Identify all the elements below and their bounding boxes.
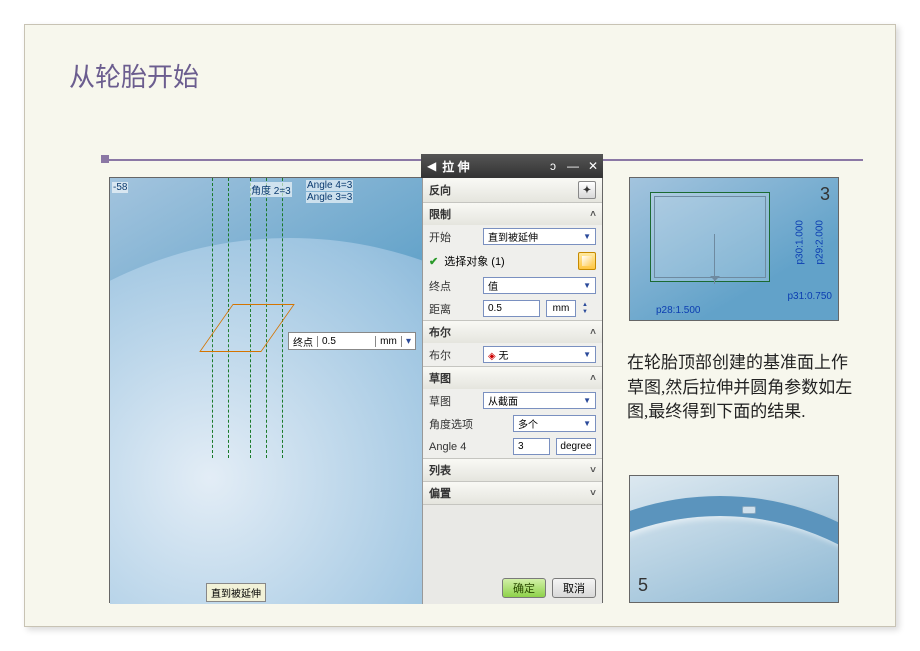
row-end: 终点 值 ▼ (423, 274, 602, 297)
dim-p30: p30:1.000 (794, 220, 805, 265)
caption-text: 在轮胎顶部创建的基准面上作草图,然后拉伸并圆角参数如左图,最终得到下面的结果. (627, 351, 855, 425)
section-label: 布尔 (429, 324, 451, 340)
prev-icon[interactable]: ◀ (421, 159, 442, 173)
row-distance: 距离 0.5 mm ▲▼ (423, 297, 602, 320)
label: 距离 (429, 301, 477, 317)
label: 角度选项 (429, 416, 507, 432)
angle4-input[interactable]: 3 (513, 438, 550, 455)
dim-p29: p29:2.000 (814, 220, 825, 265)
select-value: 多个 (518, 416, 538, 431)
input-value: 0.5 (488, 303, 502, 314)
section-label: 限制 (429, 206, 451, 222)
cad-viewport: -58 角度 2=3 Angle 4=3 Angle 3=3 终点 0.5 mm… (110, 178, 424, 604)
construction-line (212, 178, 213, 458)
minimize-icon[interactable]: — (563, 159, 583, 173)
chevron-up-icon: ˄ (590, 373, 596, 384)
screenshot-3: p30:1.000 p29:2.000 p31:0.750 p28:1.500 … (629, 177, 839, 321)
end-select[interactable]: 值 ▼ (483, 277, 596, 294)
section-limit[interactable]: 限制 ˄ (423, 203, 602, 225)
check-icon: ✔ (429, 255, 438, 268)
chevron-down-icon: ˅ (590, 465, 596, 476)
close-icon[interactable]: ✕ (583, 159, 603, 173)
section-label: 反向 (429, 182, 451, 198)
dim-value[interactable]: 0.5 (317, 336, 375, 347)
panel-title: 拉 伸 (442, 158, 543, 175)
sketch-inner (654, 196, 766, 278)
start-select[interactable]: 直到被延伸 ▼ (483, 228, 596, 245)
ok-button[interactable]: 确定 (502, 578, 546, 598)
label-angle2: 角度 2=3 (250, 182, 292, 197)
row-angle-option: 角度选项 多个 ▼ (423, 412, 602, 435)
chevron-up-icon: ˄ (590, 209, 596, 220)
distance-input[interactable]: 0.5 (483, 300, 540, 317)
select-value: 直到被延伸 (488, 229, 538, 244)
sketch-arrow (714, 234, 726, 284)
mark-5: 5 (638, 575, 648, 596)
select-object-label: 选择对象 (1) (444, 253, 572, 269)
row-boolean: 布尔 ◈ 无 ▼ (423, 343, 602, 366)
label-angle4: Angle 4=3 (306, 180, 353, 191)
chevron-down-icon: ˅ (590, 488, 596, 499)
row-angle4: Angle 4 3 degree (423, 435, 602, 458)
panel-buttons: 确定 取消 (502, 578, 596, 598)
panel-titlebar[interactable]: ◀ 拉 伸 ɔ — ✕ (421, 154, 603, 178)
dim-p28: p28:1.500 (656, 305, 701, 316)
cube-icon[interactable] (578, 252, 596, 270)
screenshot-5: 5 (629, 475, 839, 603)
dropdown-icon: ▼ (583, 350, 591, 359)
dimension-input[interactable]: 终点 0.5 mm ▾ (288, 332, 416, 350)
pin-icon[interactable]: ɔ (543, 159, 563, 173)
label: 开始 (429, 229, 477, 245)
section-label: 偏置 (429, 485, 451, 501)
section-label: 草图 (429, 370, 451, 386)
angle-option-select[interactable]: 多个 ▼ (513, 415, 596, 432)
section-sketch[interactable]: 草图 ˄ (423, 367, 602, 389)
slide-title: 从轮胎开始 (69, 57, 199, 94)
angle4-unit[interactable]: degree (556, 438, 596, 455)
row-sketch: 草图 从截面 ▼ (423, 389, 602, 412)
dim-unit: mm (375, 336, 401, 347)
rule-tick (101, 155, 109, 163)
section-reverse[interactable]: 反向 ✦ (423, 178, 602, 202)
feature-bump (742, 506, 756, 514)
spinner[interactable]: ▲▼ (582, 302, 596, 316)
wand-icon[interactable]: ✦ (578, 181, 596, 199)
dropdown-icon: ▼ (583, 232, 591, 241)
dim-dropdown-icon[interactable]: ▾ (401, 336, 415, 347)
chevron-up-icon: ˄ (590, 327, 596, 338)
section-label: 列表 (429, 462, 451, 478)
extrude-panel: ◀ 拉 伸 ɔ — ✕ 反向 ✦ 限制 ˄ 开始 (422, 178, 602, 604)
select-value: 无 (498, 351, 508, 362)
tire-surface (110, 238, 424, 604)
select-value: 从截面 (488, 393, 518, 408)
dim-p31: p31:0.750 (788, 291, 833, 302)
section-offset[interactable]: 偏置 ˅ (423, 482, 602, 504)
label: Angle 4 (429, 441, 507, 453)
cancel-button[interactable]: 取消 (552, 578, 596, 598)
select-value: 值 (488, 278, 498, 293)
dim-label: 终点 (289, 334, 317, 349)
dropdown-icon: ▼ (583, 419, 591, 428)
sketch-select[interactable]: 从截面 ▼ (483, 392, 596, 409)
label-left: -58 (112, 182, 128, 193)
mark-3: 3 (820, 184, 830, 205)
row-select-object[interactable]: ✔ 选择对象 (1) (423, 248, 602, 274)
boolean-select[interactable]: ◈ 无 ▼ (483, 346, 596, 363)
screenshot-4: 4 -58 角度 2=3 Angle 4=3 Angle 3=3 终点 0.5 … (109, 177, 603, 603)
label: 终点 (429, 278, 477, 294)
distance-unit[interactable]: mm (546, 300, 576, 317)
dropdown-icon: ▼ (583, 281, 591, 290)
extend-tag: 直到被延伸 (206, 583, 266, 602)
label-angle3: Angle 3=3 (306, 192, 353, 203)
input-value: 3 (518, 441, 524, 452)
label: 草图 (429, 393, 477, 409)
slide: 从轮胎开始 4 -58 角度 2=3 Angle 4=3 Angle 3=3 终… (24, 24, 896, 627)
row-start: 开始 直到被延伸 ▼ (423, 225, 602, 248)
section-boolean[interactable]: 布尔 ˄ (423, 321, 602, 343)
dropdown-icon: ▼ (583, 396, 591, 405)
tire-ring (629, 496, 839, 603)
label: 布尔 (429, 347, 477, 363)
section-list[interactable]: 列表 ˅ (423, 459, 602, 481)
